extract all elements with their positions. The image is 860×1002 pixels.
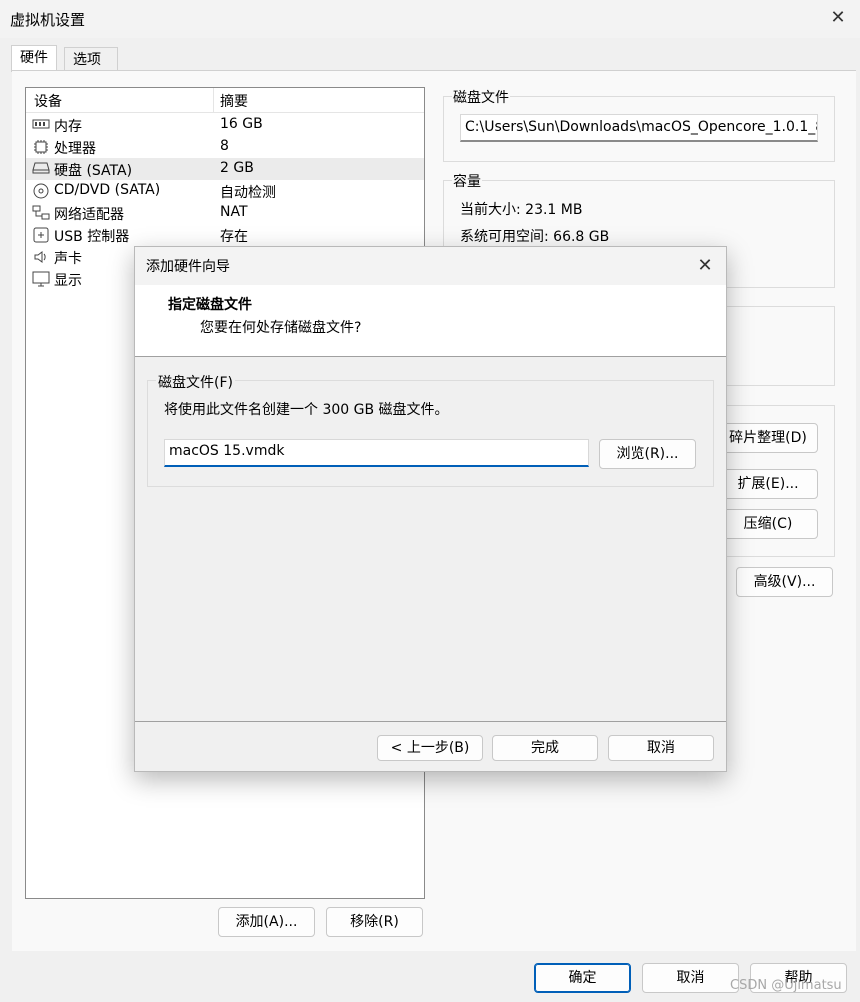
window-title-bar: 虚拟机设置 ✕ — [0, 0, 860, 38]
advanced-button[interactable]: 高级(V)... — [736, 567, 833, 597]
wizard-title-bar: 添加硬件向导 ✕ — [135, 247, 726, 285]
device-name: 网络适配器 — [54, 207, 124, 223]
back-button[interactable]: < 上一步(B) — [377, 735, 483, 761]
disk-file-group-label: 磁盘文件(F) — [156, 372, 235, 392]
device-summary: 存在 — [220, 229, 248, 245]
wizard-footer: < 上一步(B) 完成 取消 — [135, 722, 726, 771]
window-title: 虚拟机设置 — [10, 11, 86, 29]
wizard-title: 添加硬件向导 — [146, 259, 230, 275]
device-summary: 16 GB — [220, 116, 263, 132]
device-name: 处理器 — [54, 141, 96, 157]
device-name: 内存 — [54, 119, 82, 135]
disk-file-description: 将使用此文件名创建一个 300 GB 磁盘文件。 — [164, 402, 449, 418]
column-divider[interactable] — [213, 88, 214, 112]
add-button[interactable]: 添加(A)... — [218, 907, 315, 937]
disk-filename-input[interactable]: macOS 15.vmdk — [164, 439, 589, 467]
wizard-close-icon[interactable]: ✕ — [693, 254, 717, 278]
disk-file-groupbox: 磁盘文件(F) 将使用此文件名创建一个 300 GB 磁盘文件。 macOS 1… — [147, 372, 714, 487]
current-size-text: 当前大小: 23.1 MB — [460, 202, 583, 218]
tab-hardware[interactable]: 硬件 — [11, 45, 57, 72]
cancel-button[interactable]: 取消 — [642, 963, 739, 993]
column-header-summary[interactable]: 摘要 — [220, 91, 248, 111]
device-name: 硬盘 (SATA) — [54, 163, 133, 179]
capacity-label: 容量 — [452, 171, 482, 191]
remove-button[interactable]: 移除(R) — [326, 907, 423, 937]
device-name: CD/DVD (SATA) — [54, 182, 161, 198]
expand-button[interactable]: 扩展(E)... — [718, 469, 818, 499]
device-summary: 2 GB — [220, 160, 254, 176]
device-list-header: 设备 摘要 — [26, 88, 424, 113]
wizard-subheading: 您要在何处存储磁盘文件? — [200, 320, 362, 336]
finish-button[interactable]: 完成 — [492, 735, 598, 761]
network-icon — [32, 205, 50, 221]
device-row-usb[interactable]: USB 控制器 存在 — [26, 224, 424, 246]
wizard-cancel-button[interactable]: 取消 — [608, 735, 714, 761]
device-row-processor[interactable]: 处理器 8 — [26, 136, 424, 158]
cd-dvd-icon — [32, 183, 50, 199]
disk-file-label: 磁盘文件 — [452, 87, 510, 107]
usb-icon — [32, 227, 50, 243]
available-space-text: 系统可用空间: 66.8 GB — [460, 229, 610, 245]
speaker-icon — [32, 249, 50, 265]
device-row-cd-dvd[interactable]: CD/DVD (SATA) 自动检测 — [26, 180, 424, 202]
disk-file-path-field[interactable]: C:\Users\Sun\Downloads\macOS_Opencore_1.… — [460, 114, 818, 142]
cpu-icon — [32, 139, 50, 155]
hard-disk-icon — [32, 161, 50, 177]
device-name: 显示 — [54, 273, 82, 289]
tab-options-label: 选项 — [73, 52, 101, 68]
compact-button[interactable]: 压缩(C) — [718, 509, 818, 539]
monitor-icon — [32, 271, 50, 287]
browse-button[interactable]: 浏览(R)... — [599, 439, 696, 469]
ok-button[interactable]: 确定 — [534, 963, 631, 993]
device-summary: 8 — [220, 138, 229, 154]
device-row-memory[interactable]: 内存 16 GB — [26, 114, 424, 136]
device-name: 声卡 — [54, 251, 82, 267]
device-row-hard-disk[interactable]: 硬盘 (SATA) 2 GB — [26, 158, 424, 180]
device-row-network[interactable]: 网络适配器 NAT — [26, 202, 424, 224]
add-hardware-wizard-dialog: 添加硬件向导 ✕ 指定磁盘文件 您要在何处存储磁盘文件? 磁盘文件(F) 将使用… — [134, 246, 727, 772]
device-name: USB 控制器 — [54, 229, 130, 245]
watermark: CSDN @Ujimatsu — [730, 978, 842, 993]
memory-icon — [32, 117, 50, 133]
device-summary: 自动检测 — [220, 185, 276, 201]
tab-options[interactable]: 选项 — [64, 47, 118, 72]
window-close-icon[interactable]: ✕ — [826, 6, 850, 30]
wizard-heading: 指定磁盘文件 — [168, 297, 252, 313]
defragment-button[interactable]: 碎片整理(D) — [718, 423, 818, 453]
wizard-header: 指定磁盘文件 您要在何处存储磁盘文件? — [135, 285, 726, 357]
device-summary: NAT — [220, 204, 248, 220]
tab-hardware-label: 硬件 — [20, 50, 48, 66]
column-header-device[interactable]: 设备 — [34, 91, 62, 111]
